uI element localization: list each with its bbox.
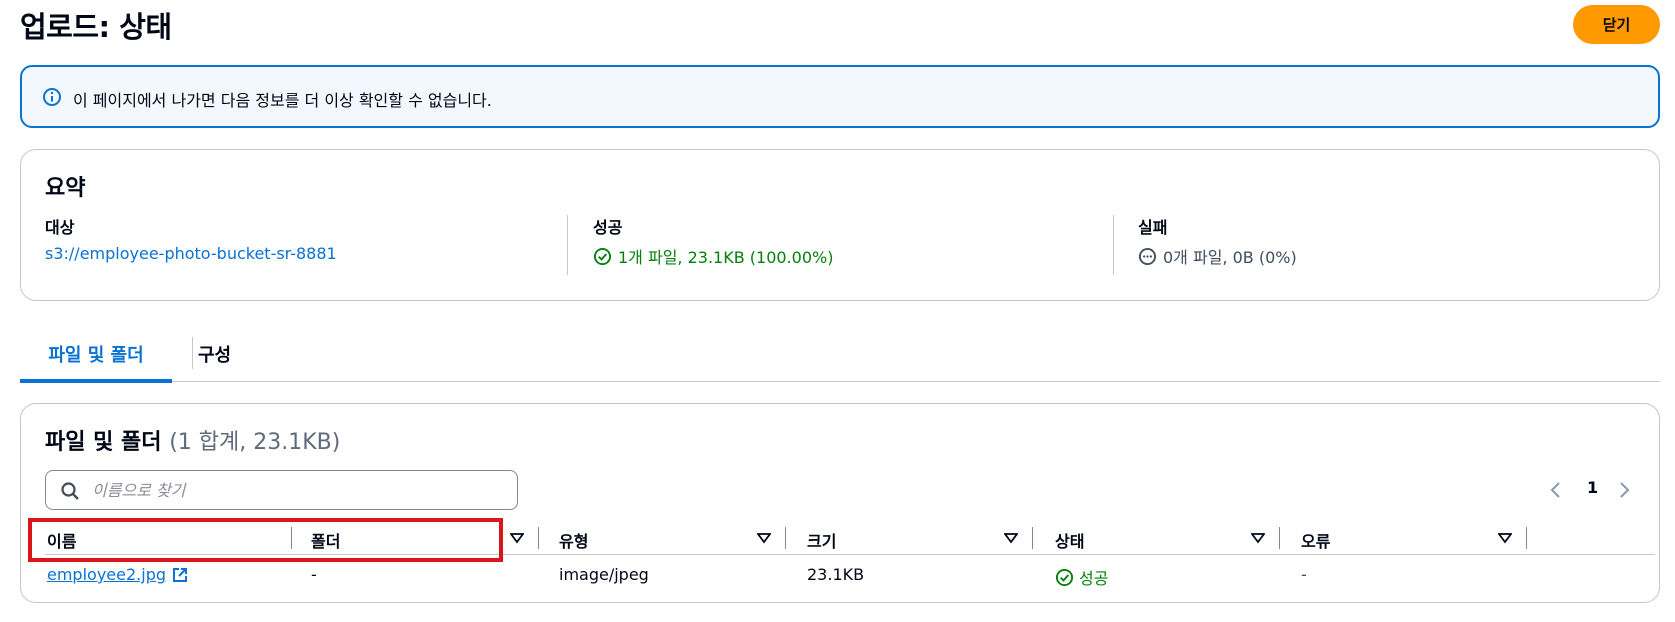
external-link-icon[interactable]	[171, 566, 189, 584]
files-card: 파일 및 폴더 (1 합계, 23.1KB) 1 이름 폴더	[20, 403, 1660, 603]
pagination: 1	[1546, 478, 1646, 502]
column-resizer[interactable]	[538, 527, 539, 549]
chevron-right-icon[interactable]	[1614, 480, 1634, 500]
target-link[interactable]: s3://employee-photo-bucket-sr-8881	[45, 244, 337, 263]
tab-configuration[interactable]: 구성	[198, 335, 231, 382]
check-circle-icon	[1055, 568, 1074, 586]
file-link[interactable]: employee2.jpg	[47, 565, 189, 584]
summary-target: 대상 s3://employee-photo-bucket-sr-8881	[45, 214, 337, 263]
files-table: 이름 폴더 유형 크기 상태 오류 employee2.jpg - image/…	[45, 522, 1655, 595]
chevron-left-icon[interactable]	[1546, 480, 1566, 500]
cell-status-text: 성공	[1079, 569, 1109, 588]
column-resizer[interactable]	[1032, 527, 1033, 549]
failure-value: 0개 파일, 0B (0%)	[1138, 244, 1297, 268]
info-icon	[43, 88, 61, 106]
success-value-text: 1개 파일, 23.1KB (100.00%)	[618, 248, 834, 267]
caret-down-icon[interactable]	[1004, 532, 1018, 544]
upload-status-page: 업로드: 상태 닫기 이 페이지에서 나가면 다음 정보를 더 이상 확인할 수…	[0, 0, 1675, 622]
table-row: employee2.jpg - image/jpeg 23.1KB 성공 -	[45, 555, 1655, 595]
column-header-type[interactable]: 유형	[559, 528, 588, 552]
summary-divider	[567, 215, 568, 275]
tab-separator	[192, 337, 193, 369]
close-button[interactable]: 닫기	[1573, 5, 1660, 44]
caret-down-icon[interactable]	[1498, 532, 1512, 544]
cell-type: image/jpeg	[559, 565, 649, 584]
tab-files-and-folders[interactable]: 파일 및 폴더	[20, 335, 172, 383]
caret-down-icon[interactable]	[510, 532, 524, 544]
tab-bar: 파일 및 폴더 구성	[20, 335, 1660, 383]
column-resizer[interactable]	[1279, 527, 1280, 549]
check-circle-icon	[593, 247, 612, 265]
info-banner: 이 페이지에서 나가면 다음 정보를 더 이상 확인할 수 없습니다.	[20, 65, 1660, 128]
column-header-name[interactable]: 이름	[47, 528, 76, 552]
success-value: 1개 파일, 23.1KB (100.00%)	[593, 244, 833, 268]
file-name[interactable]: employee2.jpg	[47, 565, 166, 584]
cell-error: -	[1301, 565, 1307, 584]
column-resizer[interactable]	[785, 527, 786, 549]
summary-title: 요약	[45, 176, 86, 201]
page-number[interactable]: 1	[1587, 478, 1598, 497]
banner-text: 이 페이지에서 나가면 다음 정보를 더 이상 확인할 수 없습니다.	[73, 91, 492, 110]
cell-size: 23.1KB	[807, 565, 865, 584]
table-header: 이름 폴더 유형 크기 상태 오류	[45, 522, 1655, 555]
failure-value-text: 0개 파일, 0B (0%)	[1163, 248, 1297, 267]
caret-down-icon[interactable]	[757, 532, 771, 544]
cell-folder: -	[311, 565, 317, 584]
column-header-status[interactable]: 상태	[1055, 528, 1084, 552]
search-icon	[61, 482, 79, 500]
page-title: 업로드: 상태	[20, 10, 172, 44]
summary-success: 성공 1개 파일, 23.1KB (100.00%)	[593, 214, 833, 268]
summary-card: 요약 대상 s3://employee-photo-bucket-sr-8881…	[20, 149, 1660, 301]
search-input[interactable]	[92, 471, 502, 509]
column-header-size[interactable]: 크기	[807, 528, 836, 552]
files-title-text: 파일 및 폴더	[45, 430, 162, 455]
column-resizer[interactable]	[291, 527, 292, 549]
search-box	[45, 470, 518, 510]
files-count: (1 합계, 23.1KB)	[169, 430, 341, 455]
summary-failure: 실패 0개 파일, 0B (0%)	[1138, 214, 1297, 268]
caret-down-icon[interactable]	[1251, 532, 1265, 544]
success-label: 성공	[593, 218, 623, 237]
files-title: 파일 및 폴더 (1 합계, 23.1KB)	[45, 424, 340, 456]
ellipsis-circle-icon	[1138, 247, 1157, 265]
cell-status: 성공	[1055, 565, 1108, 589]
column-header-folder[interactable]: 폴더	[311, 528, 340, 552]
column-header-error[interactable]: 오류	[1301, 528, 1330, 552]
summary-divider	[1113, 215, 1114, 275]
target-label: 대상	[45, 218, 75, 237]
failure-label: 실패	[1138, 218, 1168, 237]
column-resizer[interactable]	[1526, 527, 1527, 549]
